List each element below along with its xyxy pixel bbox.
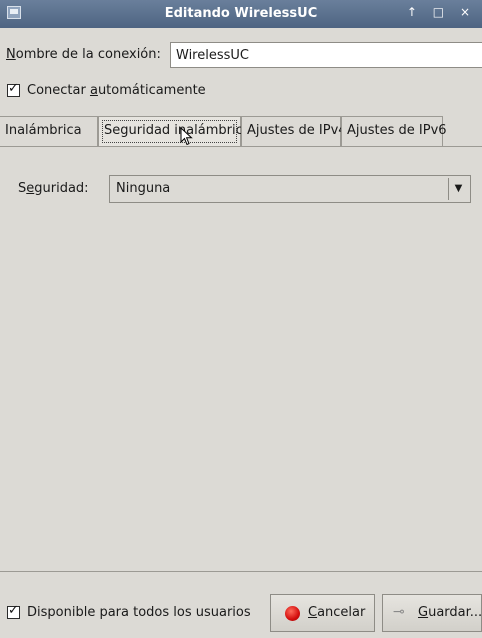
cancel-label: Cancelar: [308, 605, 366, 620]
chevron-down-icon[interactable]: ▼: [448, 178, 468, 200]
available-all-users-checkbox[interactable]: ✓: [7, 603, 20, 619]
check-icon: ✓: [8, 81, 19, 96]
tab-ipv6-settings[interactable]: Ajustes de IPv6: [341, 116, 447, 146]
focus-ring: [102, 120, 237, 143]
connection-name-input[interactable]: [170, 42, 482, 68]
auto-connect-label: Conectar automáticamente: [27, 83, 206, 98]
tab-bar: Inalámbrica Seguridad inalámbrica Ajuste…: [0, 116, 482, 148]
save-button[interactable]: ⊸ Guardar...: [382, 594, 482, 632]
security-panel: Seguridad: Ninguna ▼: [0, 146, 482, 572]
auto-connect-row[interactable]: ✓ Conectar automáticamente: [0, 80, 482, 104]
footer: ✓ Disponible para todos los usuarios Can…: [0, 592, 482, 632]
security-selected-value: Ninguna: [116, 181, 171, 196]
available-all-users-label: Disponible para todos los usuarios: [27, 605, 251, 620]
save-label: Guardar...: [418, 605, 482, 620]
title-bar[interactable]: Editando WirelessUC ↑ □ ×: [0, 0, 482, 28]
security-label: Seguridad:: [18, 181, 89, 196]
connection-name-label: Nombre de la conexión:: [6, 47, 161, 62]
window-controls[interactable]: ↑ □ ×: [407, 5, 476, 19]
connection-name-row: Nombre de la conexión:: [0, 40, 482, 70]
check-icon: ✓: [8, 603, 19, 618]
auto-connect-checkbox[interactable]: ✓: [7, 81, 20, 97]
mouse-cursor-icon: [180, 127, 193, 146]
cancel-button[interactable]: Cancelar: [270, 594, 375, 632]
tab-ipv4-settings[interactable]: Ajustes de IPv4: [241, 116, 347, 146]
tab-wireless-security[interactable]: Seguridad inalámbrica: [98, 116, 251, 148]
security-select[interactable]: Ninguna ▼: [109, 175, 471, 203]
key-icon: ⊸: [393, 604, 405, 620]
tab-wireless[interactable]: Inalámbrica: [0, 116, 98, 146]
stop-icon: [285, 606, 300, 621]
